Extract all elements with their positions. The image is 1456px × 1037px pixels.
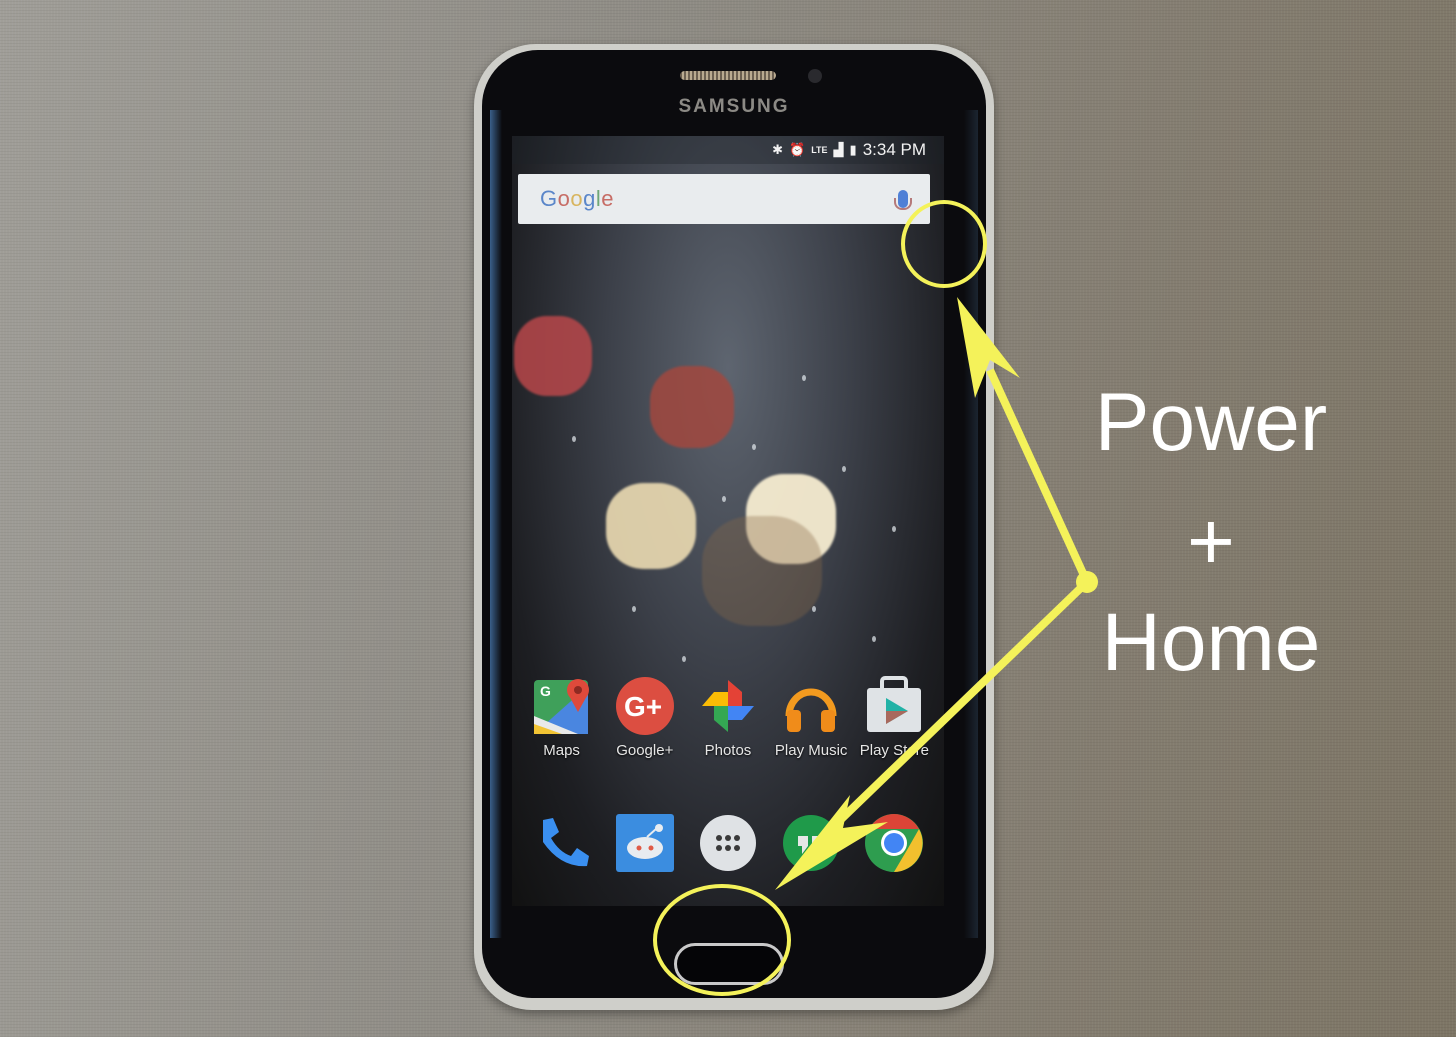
signal-icon: ▟ bbox=[833, 142, 844, 157]
rain-drop bbox=[872, 636, 876, 642]
google-plus-icon: G+ bbox=[615, 676, 675, 736]
status-bar[interactable]: ✱ ⏰ LTE ▟ ▮ 3:34 PM bbox=[512, 136, 944, 164]
home-screen[interactable]: ✱ ⏰ LTE ▟ ▮ 3:34 PM Google G Maps G+ Goo… bbox=[512, 136, 944, 906]
hangouts-icon bbox=[780, 812, 842, 874]
app-play-music[interactable]: Play Music bbox=[770, 676, 852, 759]
bluetooth-icon: ✱ bbox=[772, 142, 783, 157]
dock-reddit[interactable] bbox=[604, 812, 686, 874]
dock bbox=[512, 812, 944, 874]
rain-drop bbox=[572, 436, 576, 442]
app-google-plus[interactable]: G+ Google+ bbox=[604, 676, 686, 759]
phone: SAMSUNG ✱ ⏰ LTE ▟ ▮ 3:34 PM Google G Map… bbox=[474, 44, 994, 1010]
wallpaper-bokeh bbox=[650, 366, 734, 448]
app-label: Maps bbox=[543, 742, 580, 759]
app-label: Photos bbox=[704, 742, 752, 759]
dock-chrome[interactable] bbox=[853, 812, 935, 874]
left-curved-edge bbox=[490, 110, 502, 938]
chrome-icon bbox=[863, 812, 925, 874]
rain-drop bbox=[632, 606, 636, 612]
front-camera bbox=[808, 69, 822, 83]
wallpaper-bokeh bbox=[702, 516, 822, 626]
mic-icon[interactable] bbox=[894, 190, 912, 210]
rain-drop bbox=[752, 444, 756, 450]
app-photos[interactable]: Photos bbox=[687, 676, 769, 759]
alarm-icon: ⏰ bbox=[789, 142, 806, 157]
play-store-icon bbox=[864, 676, 924, 736]
wallpaper-bokeh bbox=[514, 316, 592, 396]
app-label: Google+ bbox=[616, 742, 674, 759]
brand-logo: SAMSUNG bbox=[678, 96, 790, 117]
reddit-icon bbox=[614, 812, 676, 874]
wallpaper-bokeh bbox=[606, 483, 696, 569]
app-row: G Maps G+ Google+ Photos Play Music Play… bbox=[512, 676, 944, 759]
clock: 3:34 PM bbox=[862, 140, 926, 159]
google-logo: Google bbox=[540, 186, 615, 211]
earpiece-speaker bbox=[680, 71, 776, 80]
play-music-icon bbox=[781, 676, 841, 736]
phone-icon bbox=[531, 812, 593, 874]
phone-front: SAMSUNG ✱ ⏰ LTE ▟ ▮ 3:34 PM Google G Map… bbox=[482, 50, 986, 998]
google-search-bar[interactable]: Google bbox=[518, 174, 930, 224]
rain-drop bbox=[812, 606, 816, 612]
rain-drop bbox=[802, 375, 806, 381]
app-maps[interactable]: G Maps bbox=[521, 676, 603, 759]
annotation-plus-text: + bbox=[1187, 496, 1235, 587]
lte-icon: LTE bbox=[811, 145, 828, 155]
battery-icon: ▮ bbox=[849, 142, 857, 157]
photos-icon bbox=[698, 676, 758, 736]
svg-text:G: G bbox=[540, 683, 551, 699]
home-button[interactable] bbox=[674, 943, 784, 985]
rain-drop bbox=[682, 656, 686, 662]
rain-drop bbox=[722, 496, 726, 502]
dock-phone[interactable] bbox=[521, 812, 603, 874]
rain-drop bbox=[842, 466, 846, 472]
annotation-home-text: Home bbox=[1101, 597, 1321, 688]
dock-hangouts[interactable] bbox=[770, 812, 852, 874]
annotation-power-text: Power bbox=[1094, 377, 1328, 468]
rain-drop bbox=[892, 526, 896, 532]
annotation-label: Power + Home bbox=[1066, 382, 1356, 684]
app-drawer-icon bbox=[697, 812, 759, 874]
dock-app-drawer[interactable] bbox=[687, 812, 769, 874]
app-label: Play Store bbox=[859, 742, 929, 759]
app-label: Play Music bbox=[774, 742, 848, 759]
app-play-store[interactable]: Play Store bbox=[853, 676, 935, 759]
svg-text:G+: G+ bbox=[624, 691, 662, 722]
right-curved-edge bbox=[964, 110, 978, 938]
maps-icon: G bbox=[532, 676, 592, 736]
